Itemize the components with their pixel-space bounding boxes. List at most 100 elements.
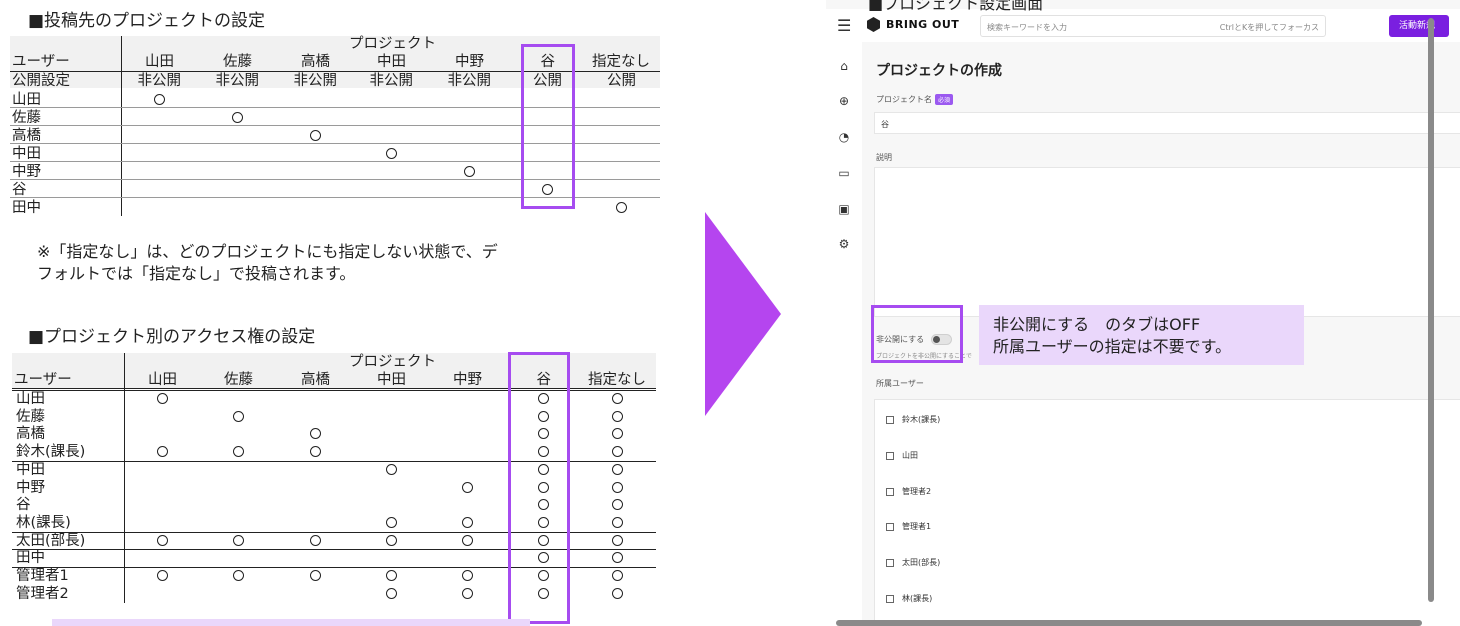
circle-mark bbox=[386, 148, 397, 159]
circle-mark bbox=[310, 446, 321, 458]
circle-mark bbox=[157, 570, 168, 581]
row-label: 田中 bbox=[16, 550, 45, 567]
member-label: 管理者2 bbox=[902, 487, 932, 496]
search-zoom-icon[interactable]: ⊕ bbox=[837, 94, 851, 108]
circle-mark bbox=[612, 499, 623, 511]
circle-mark bbox=[612, 587, 623, 599]
arrow-right-icon bbox=[705, 212, 781, 416]
member-checkbox-6[interactable]: 林(課長) bbox=[886, 593, 932, 604]
section2-title: ■プロジェクト別のアクセス権の設定 bbox=[28, 327, 316, 347]
project-header: プロジェクト bbox=[349, 36, 436, 52]
section1-title: ■投稿先のプロジェクトの設定 bbox=[28, 11, 266, 31]
circle-mark bbox=[386, 463, 397, 475]
member-checkbox-1[interactable]: 鈴木(課長) bbox=[886, 414, 940, 425]
note-line1: ※「指定なし」は、どのプロジェクトにも指定しない状態で、デ bbox=[37, 242, 498, 261]
circle-mark bbox=[462, 587, 473, 599]
column-header: 指定なし bbox=[588, 372, 646, 388]
circle-mark bbox=[157, 534, 168, 546]
circle-mark bbox=[462, 570, 473, 581]
page-title: プロジェクトの作成 bbox=[876, 63, 1002, 79]
row-label: 管理者1 bbox=[16, 568, 69, 584]
gear-icon[interactable]: ⚙ bbox=[837, 237, 851, 251]
note-text: ※「指定なし」は、どのプロジェクトにも指定しない状態で、デ フォルトでは「指定な… bbox=[37, 241, 498, 285]
row-label: 谷 bbox=[16, 497, 31, 514]
dashboard-icon[interactable]: ◔ bbox=[837, 130, 851, 144]
circle-mark bbox=[233, 570, 244, 581]
checkbox-icon bbox=[886, 594, 894, 603]
bottom-callout-bar bbox=[52, 619, 530, 626]
visibility-value: 非公開 bbox=[369, 73, 414, 89]
project-header: プロジェクト bbox=[349, 354, 436, 370]
circle-mark bbox=[612, 570, 623, 581]
member-checkbox-3[interactable]: 管理者2 bbox=[886, 486, 931, 497]
logo[interactable]: BRING OUT bbox=[867, 17, 959, 32]
vertical-scrollbar[interactable] bbox=[1428, 18, 1434, 602]
horizontal-scrollbar[interactable] bbox=[836, 620, 1422, 626]
annotation-line1: 非公開にする のタブはOFF bbox=[993, 315, 1201, 334]
menu-icon[interactable]: ☰ bbox=[837, 16, 851, 35]
user-header: ユーザー bbox=[14, 372, 72, 388]
circle-mark bbox=[232, 112, 243, 123]
visibility-value: 非公開 bbox=[215, 73, 260, 89]
settings-screen-title: ■プロジェクト設定画面 bbox=[868, 0, 1044, 13]
checkbox-icon bbox=[886, 487, 894, 496]
circle-mark bbox=[462, 481, 473, 493]
search-shortcut-hint: CtrlとKを押してフォーカス bbox=[1219, 23, 1319, 32]
row-label: 中野 bbox=[16, 479, 45, 496]
column-header: 中田 bbox=[377, 372, 406, 388]
member-checkbox-5[interactable]: 太田(部長) bbox=[886, 557, 940, 568]
circle-mark bbox=[612, 516, 623, 528]
member-checkbox-2[interactable]: 山田 bbox=[886, 450, 918, 461]
video-icon[interactable]: ▭ bbox=[837, 166, 851, 180]
row-label: 山田 bbox=[16, 391, 45, 407]
visibility-value: 非公開 bbox=[447, 73, 492, 89]
column-header: 高橋 bbox=[301, 54, 330, 70]
row-label: 高橋 bbox=[16, 426, 45, 443]
project-name-input[interactable]: 谷 bbox=[874, 112, 1460, 134]
circle-mark bbox=[612, 393, 623, 404]
circle-mark bbox=[310, 428, 321, 440]
circle-mark bbox=[612, 410, 623, 422]
column-header: 高橋 bbox=[301, 372, 330, 388]
search-placeholder: 検索キーワードを入力 bbox=[987, 23, 1067, 32]
description-label: 説明 bbox=[876, 153, 892, 162]
visibility-value: 非公開 bbox=[293, 73, 338, 89]
circle-mark bbox=[462, 534, 473, 546]
member-label: 鈴木(課長) bbox=[902, 415, 941, 424]
private-toggle-highlight bbox=[871, 305, 963, 363]
visibility-label: 公開設定 bbox=[12, 73, 70, 89]
column-header: 山田 bbox=[145, 54, 174, 70]
row-label: 太田(部長) bbox=[16, 532, 86, 549]
required-badge: 必須 bbox=[935, 94, 954, 105]
circle-mark bbox=[386, 516, 397, 528]
highlight-tani-column-2 bbox=[508, 352, 570, 624]
circle-mark bbox=[386, 570, 397, 581]
row-label: 林(課長) bbox=[16, 514, 71, 531]
highlight-tani-column-1 bbox=[521, 44, 575, 209]
circle-mark bbox=[233, 534, 244, 546]
member-label: 山田 bbox=[902, 451, 918, 460]
description-textarea[interactable] bbox=[874, 167, 1460, 317]
circle-mark bbox=[464, 166, 475, 177]
user-header: ユーザー bbox=[12, 54, 70, 70]
row-label: 中田 bbox=[16, 461, 45, 478]
column-header: 山田 bbox=[148, 372, 177, 388]
logo-mark-icon bbox=[867, 17, 880, 32]
member-checkbox-4[interactable]: 管理者1 bbox=[886, 521, 931, 532]
circle-mark bbox=[310, 130, 321, 141]
column-header: 佐藤 bbox=[223, 54, 252, 70]
row-label: 管理者2 bbox=[16, 585, 69, 602]
row-label: 田中 bbox=[12, 200, 41, 216]
circle-mark bbox=[310, 534, 321, 546]
new-activity-button[interactable]: 活動新規 bbox=[1389, 15, 1449, 37]
members-label: 所属ユーザー bbox=[876, 379, 924, 388]
member-label: 管理者1 bbox=[902, 522, 932, 531]
circle-mark bbox=[616, 202, 627, 213]
home-icon[interactable]: ⌂ bbox=[837, 59, 851, 73]
search-input[interactable]: 検索キーワードを入力 CtrlとKを押してフォーカス bbox=[980, 15, 1326, 37]
checkbox-icon bbox=[886, 558, 894, 567]
sidebar: ⌂ ⊕ ◔ ▭ ▣ ⚙ bbox=[826, 42, 862, 626]
member-label: 林(課長) bbox=[902, 594, 933, 603]
contact-card-icon[interactable]: ▣ bbox=[837, 202, 851, 216]
visibility-value: 非公開 bbox=[137, 73, 182, 89]
